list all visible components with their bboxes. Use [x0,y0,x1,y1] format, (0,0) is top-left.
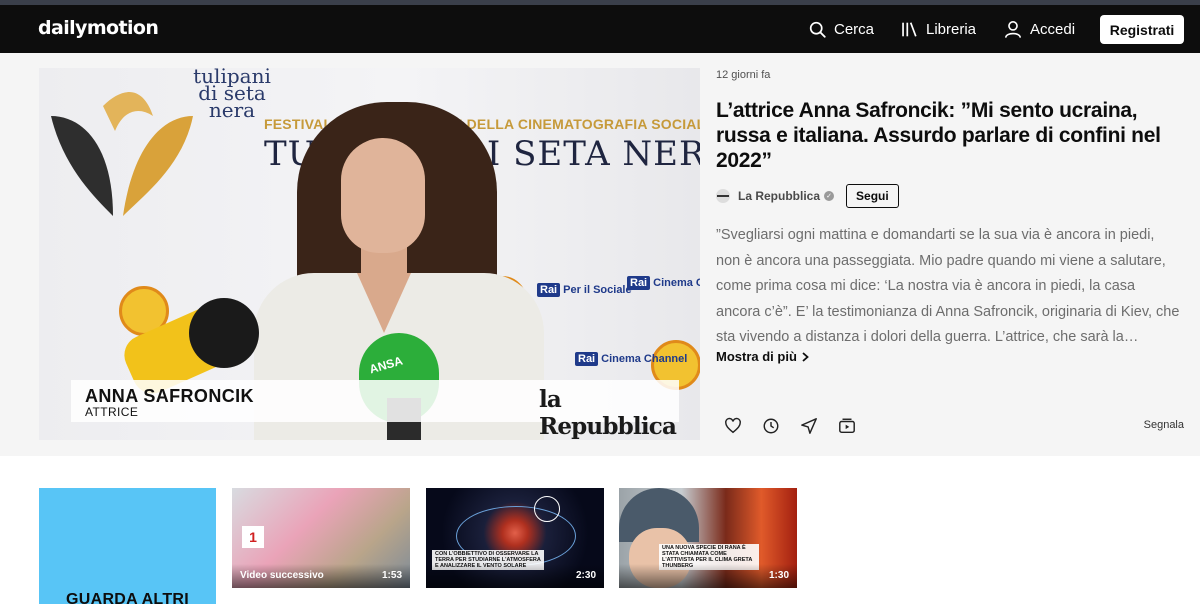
next-video-thumbnail[interactable]: 1 Video successivo 1:53 [232,488,410,588]
watch-more-label: GUARDA ALTRI [66,591,189,604]
chevron-right-icon [802,351,809,362]
follow-button[interactable]: Segui [846,184,899,208]
search-button[interactable]: Cerca [809,17,874,41]
show-more-label: Mostra di più [716,349,797,364]
video-thumbnail[interactable]: UNA NUOVA SPECIE DI RANA È STATA CHIAMAT… [619,488,797,588]
person-face [341,138,425,253]
verified-icon: ✓ [824,191,835,201]
channel-avatar[interactable] [716,189,730,203]
video-duration: 1:53 [381,570,402,581]
microphone-black [189,298,259,368]
user-icon [1004,20,1022,38]
report-link[interactable]: Segnala [1144,419,1184,431]
repubblica-logo-icon [717,195,729,197]
hero-section: tulipani di seta nera FESTIVAL INTERNAZI… [0,53,1200,456]
sponsor-rai-sociale: Rai Per il Sociale [537,283,632,297]
la-repubblica-watermark: la Repubblica [539,386,677,440]
library-label: Libreria [926,20,977,38]
lower-third-role: ATTRICE [85,405,139,419]
top-header: dailymotion Cerca Libreria Accedi Regist… [0,5,1200,53]
video-duration: 1:30 [768,570,789,581]
video-title: L’attrice Anna Safroncik: ”Mi sento ucra… [716,99,1161,172]
festival-brand-small: tulipani di seta nera [193,68,271,122]
video-description: ”Svegliarsi ogni mattina e domandarti se… [716,227,1180,345]
video-player[interactable]: tulipani di seta nera FESTIVAL INTERNAZI… [39,68,700,440]
channel-row: La Repubblica ✓ Segui [716,183,899,209]
video-duration: 2:30 [575,570,596,581]
dailymotion-logo[interactable]: dailymotion [38,17,159,39]
heart-icon[interactable] [724,417,742,435]
watch-more-card[interactable]: GUARDA ALTRI [39,488,216,604]
clock-icon[interactable] [762,417,780,435]
lower-third-name: ANNA SAFRONCIK [85,386,254,406]
library-button[interactable]: Libreria [900,17,976,41]
festival-logo-icon [51,92,193,216]
search-icon [809,21,826,38]
register-button[interactable]: Registrati [1100,15,1184,44]
next-video-label: Video successivo [240,570,324,581]
add-to-playlist-icon[interactable] [838,417,856,435]
channel-badge-icon: 1 [242,526,264,548]
login-label: Accedi [1030,20,1076,38]
video-thumbnail[interactable]: CON L'OBBIETTIVO DI OSSERVARE LA TERRA P… [426,488,604,588]
sponsor-rai-cinema: RaiCinema Channel [575,352,687,366]
show-more-link[interactable]: Mostra di più [716,349,809,364]
planet-graphic [534,496,560,522]
share-icon[interactable] [800,417,818,435]
channel-name[interactable]: La Repubblica [738,189,820,203]
video-info-panel: 12 giorni fa L’attrice Anna Safroncik: ”… [716,53,1186,456]
sponsor-rai-cinema: RaiCinema Channel [627,276,700,290]
action-bar [724,417,856,435]
search-label: Cerca [834,20,875,38]
library-icon [902,21,917,37]
upload-time: 12 giorni fa [716,69,771,81]
login-button[interactable]: Accedi [1004,17,1075,41]
